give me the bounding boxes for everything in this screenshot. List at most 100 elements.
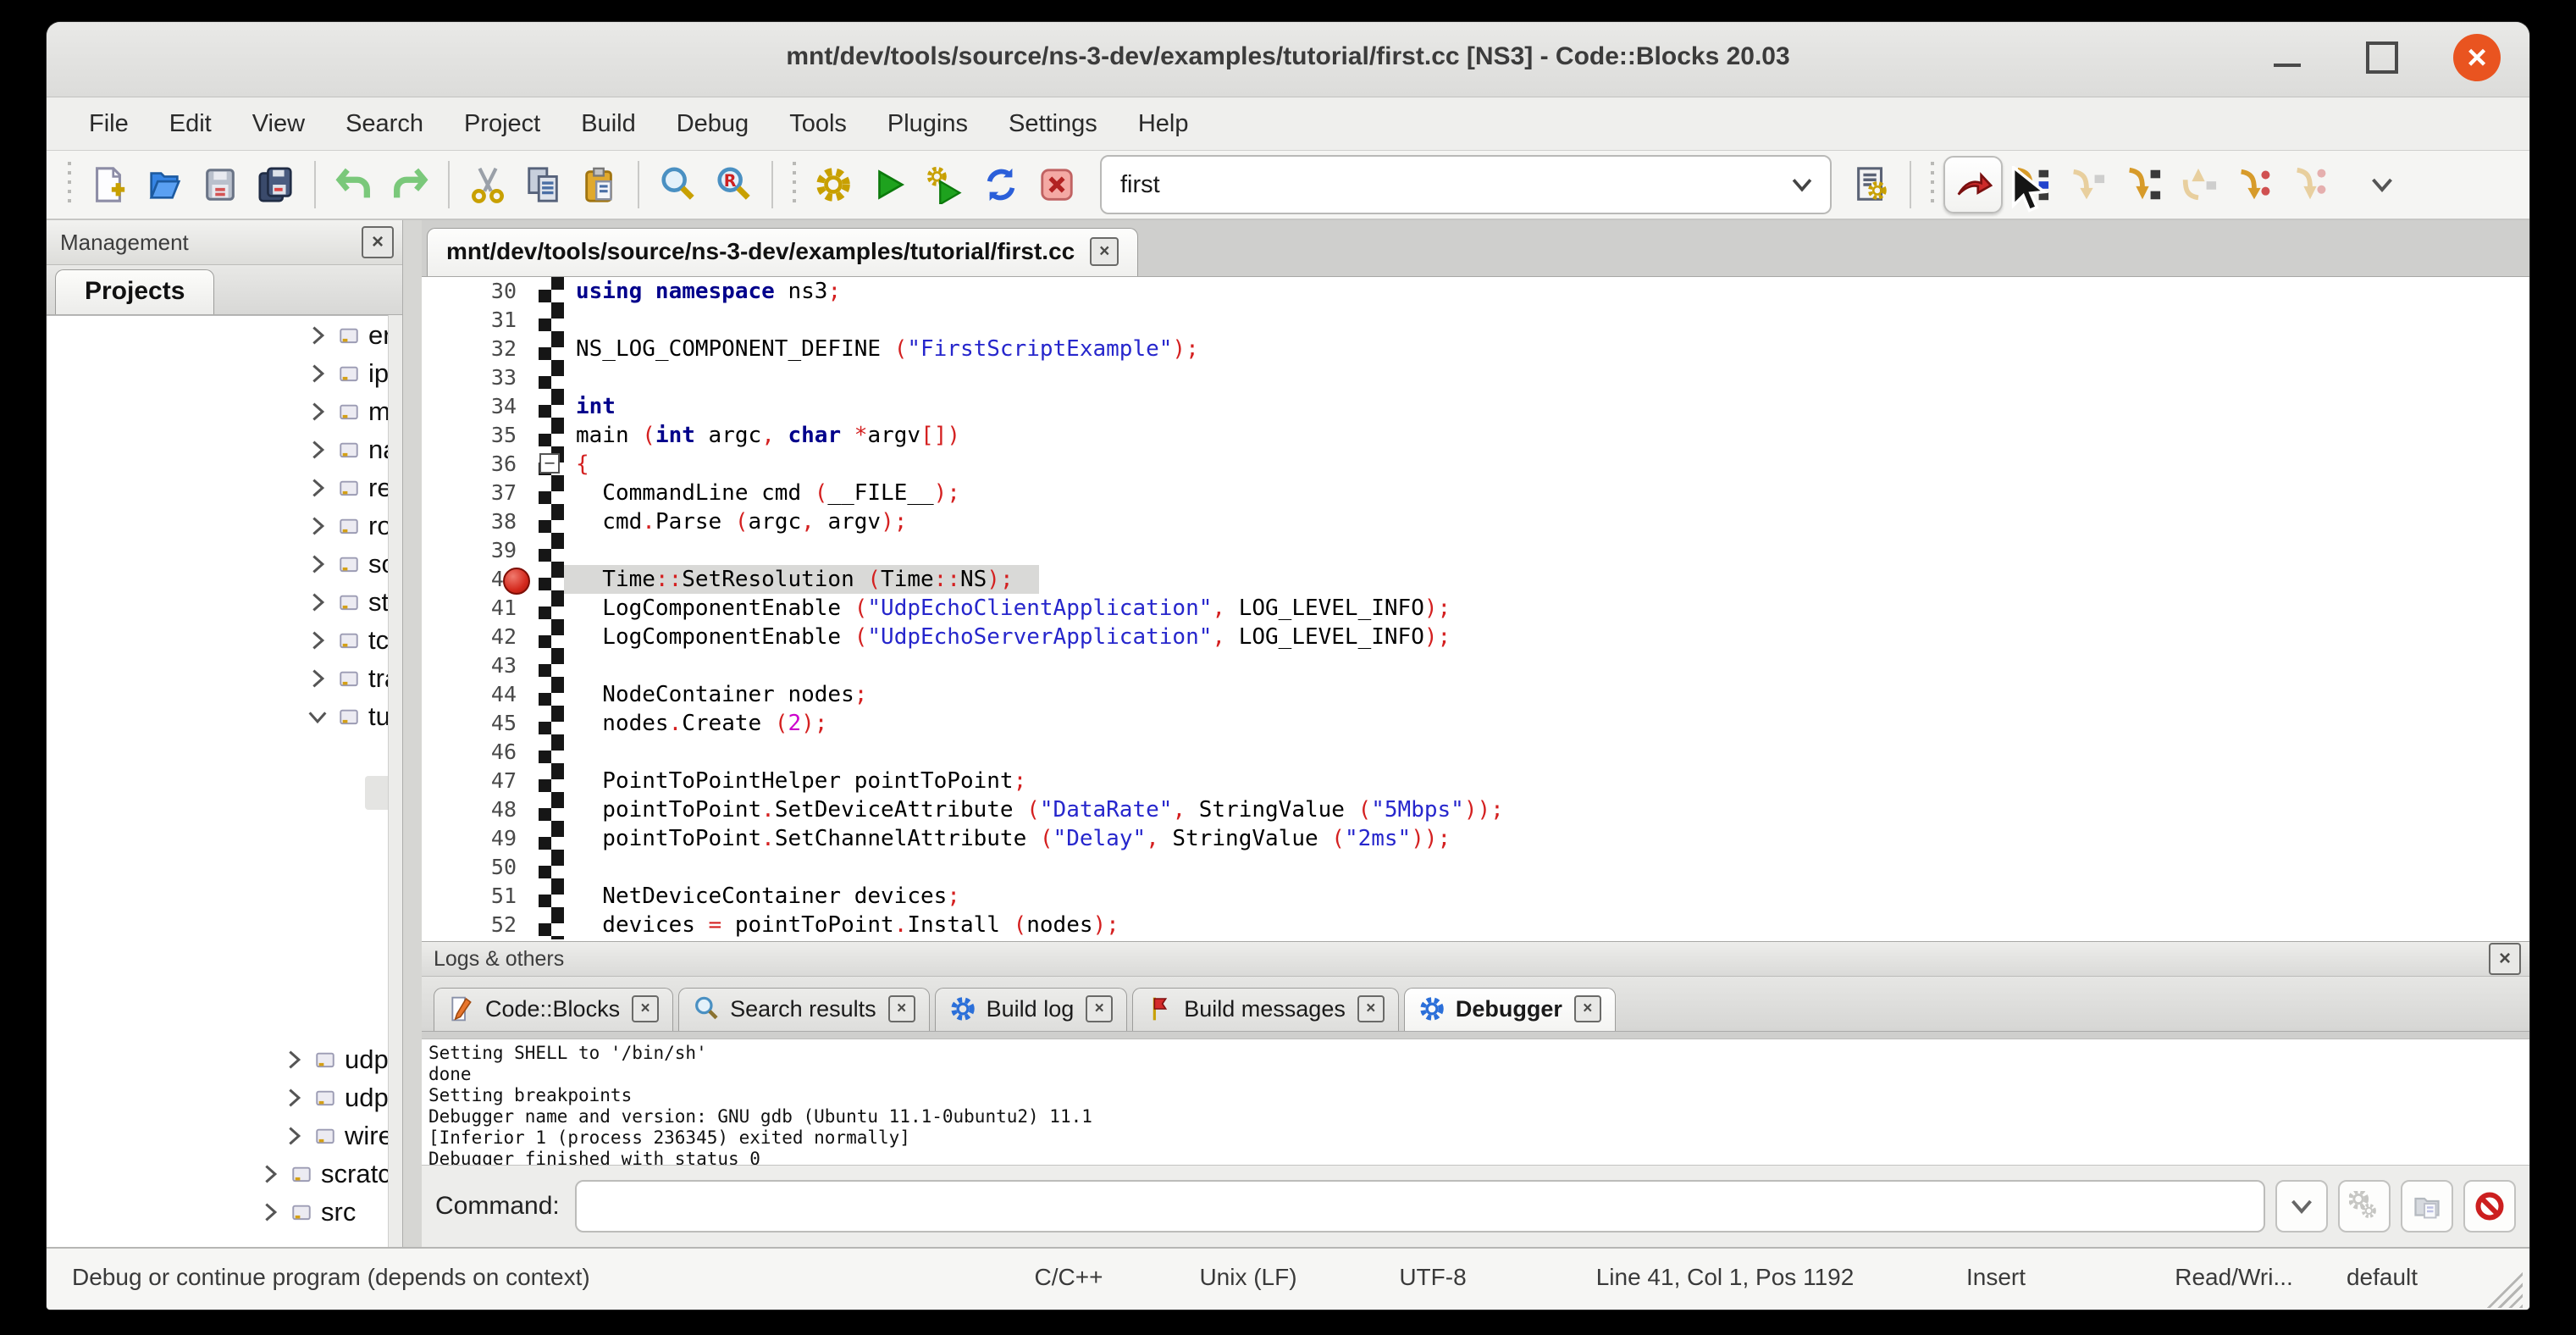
menu-plugins[interactable]: Plugins: [867, 110, 988, 138]
tree-item-fir[interactable]: fir: [47, 773, 389, 812]
chevron-right-icon[interactable]: [282, 1124, 306, 1148]
tree-item-tcp[interactable]: tcp: [47, 621, 389, 659]
code-line-40[interactable]: 40 Time::SetResolution (Time::NS);: [422, 565, 2529, 594]
fold-margin[interactable]: [539, 335, 564, 363]
chevron-right-icon[interactable]: [306, 362, 329, 385]
tree-item-he[interactable]: he: [47, 850, 389, 888]
fold-margin[interactable]: [539, 594, 564, 623]
chevron-right-icon[interactable]: [306, 629, 329, 652]
code-line-49[interactable]: 49 pointToPoint.SetChannelAttribute ("De…: [422, 824, 2529, 853]
step-into-instruction-button[interactable]: [2282, 158, 2338, 212]
command-input[interactable]: [575, 1180, 2265, 1233]
tree-item-trafl[interactable]: trafl: [47, 659, 389, 697]
fold-margin[interactable]: [539, 824, 564, 853]
tab-close-icon[interactable]: ×: [1574, 995, 1601, 1022]
tree-item-fif[interactable]: fif: [47, 735, 389, 773]
step-out-button[interactable]: [2170, 158, 2226, 212]
step-into-button[interactable]: [2114, 158, 2170, 212]
tree-item-six[interactable]: six: [47, 964, 389, 1002]
fold-margin[interactable]: [539, 911, 564, 939]
fold-margin[interactable]: [539, 277, 564, 306]
cut-button[interactable]: [460, 158, 516, 212]
chevron-right-icon[interactable]: [306, 667, 329, 690]
tree-item-udp-[interactable]: udp-: [47, 1078, 389, 1116]
tab-close-icon[interactable]: ×: [888, 995, 915, 1022]
fold-margin[interactable]: [539, 623, 564, 651]
fold-margin[interactable]: [539, 882, 564, 911]
menu-build[interactable]: Build: [561, 110, 656, 138]
redo-button[interactable]: [382, 158, 438, 212]
menu-settings[interactable]: Settings: [988, 110, 1118, 138]
code-line-33[interactable]: 33: [422, 363, 2529, 392]
tree-item-scratcl[interactable]: scratcl: [47, 1155, 389, 1193]
menu-tools[interactable]: Tools: [769, 110, 867, 138]
code-line-48[interactable]: 48 pointToPoint.SetDeviceAttribute ("Dat…: [422, 795, 2529, 824]
debug-continue-button[interactable]: [1943, 156, 2003, 213]
code-line-46[interactable]: 46: [422, 738, 2529, 767]
tree-scrollbar[interactable]: [388, 315, 402, 1247]
fold-margin[interactable]: [539, 565, 564, 594]
tree-item-ipv6[interactable]: ipv6: [47, 354, 389, 392]
open-file-button[interactable]: [136, 158, 192, 212]
next-line-button[interactable]: [2059, 158, 2114, 212]
fold-margin[interactable]: [539, 392, 564, 421]
chevron-right-icon[interactable]: [306, 438, 329, 462]
find-replace-button[interactable]: [705, 158, 761, 212]
build-and-run-button[interactable]: [917, 158, 973, 212]
chevron-down-icon[interactable]: [306, 705, 329, 728]
chevron-right-icon[interactable]: [306, 590, 329, 614]
new-file-button[interactable]: [80, 158, 136, 212]
code-line-32[interactable]: 32NS_LOG_COMPONENT_DEFINE ("FirstScriptE…: [422, 335, 2529, 363]
code-line-38[interactable]: 38 cmd.Parse (argc, argv);: [422, 507, 2529, 536]
management-close-icon[interactable]: ×: [362, 226, 394, 258]
code-line-41[interactable]: 41 LogComponentEnable ("UdpEchoClientApp…: [422, 594, 2529, 623]
toolbar-grip[interactable]: [65, 162, 74, 208]
fold-margin[interactable]: [539, 306, 564, 335]
chevron-right-icon[interactable]: [306, 476, 329, 500]
code-line-30[interactable]: 30using namespace ns3;: [422, 277, 2529, 306]
chevron-right-icon[interactable]: [258, 1200, 282, 1224]
code-line-44[interactable]: 44 NodeContainer nodes;: [422, 680, 2529, 709]
tree-item-tuto[interactable]: tuto: [47, 697, 389, 735]
tree-item-rout[interactable]: rout: [47, 507, 389, 545]
minimize-button[interactable]: [2264, 34, 2311, 81]
clear-log-button[interactable]: [2463, 1180, 2516, 1233]
code-line-52[interactable]: 52 devices = pointToPoint.Install (nodes…: [422, 911, 2529, 939]
code-line-51[interactable]: 51 NetDeviceContainer devices;: [422, 882, 2529, 911]
fold-marker-icon[interactable]: –: [539, 453, 560, 474]
fold-margin[interactable]: [539, 507, 564, 536]
chevron-right-icon[interactable]: [306, 400, 329, 424]
fold-margin[interactable]: –: [539, 450, 564, 479]
menu-view[interactable]: View: [232, 110, 325, 138]
tab-close-icon[interactable]: ×: [1357, 995, 1385, 1022]
run-to-cursor-button[interactable]: [2003, 158, 2059, 212]
editor-tab-close-icon[interactable]: ×: [1090, 237, 1119, 266]
rebuild-button[interactable]: [973, 158, 1029, 212]
breakpoint-marker[interactable]: [503, 568, 530, 595]
fold-margin[interactable]: [539, 795, 564, 824]
tab-debugger[interactable]: Debugger×: [1404, 988, 1616, 1031]
build-button[interactable]: [805, 158, 861, 212]
tab-search-results[interactable]: Search results×: [678, 988, 930, 1031]
fold-margin[interactable]: [539, 651, 564, 680]
code-line-45[interactable]: 45 nodes.Create (2);: [422, 709, 2529, 738]
tree-item-wire[interactable]: wire: [47, 1116, 389, 1155]
fold-margin[interactable]: [539, 738, 564, 767]
code-line-43[interactable]: 43: [422, 651, 2529, 680]
menu-debug[interactable]: Debug: [656, 110, 769, 138]
toolbar-overflow-icon[interactable]: [2367, 169, 2397, 200]
fold-margin[interactable]: [539, 421, 564, 450]
menu-edit[interactable]: Edit: [149, 110, 232, 138]
tab-close-icon[interactable]: ×: [1086, 995, 1113, 1022]
chevron-right-icon[interactable]: [306, 552, 329, 576]
chevron-right-icon[interactable]: [306, 324, 329, 347]
fold-margin[interactable]: [539, 363, 564, 392]
undo-button[interactable]: [326, 158, 382, 212]
fold-margin[interactable]: [539, 536, 564, 565]
code-line-47[interactable]: 47 PointToPointHelper pointToPoint;: [422, 767, 2529, 795]
find-button[interactable]: [650, 158, 705, 212]
chevron-right-icon[interactable]: [282, 1048, 306, 1072]
menu-search[interactable]: Search: [325, 110, 444, 138]
toolbar-grip[interactable]: [790, 162, 799, 208]
panel-splitter[interactable]: [403, 220, 422, 1247]
